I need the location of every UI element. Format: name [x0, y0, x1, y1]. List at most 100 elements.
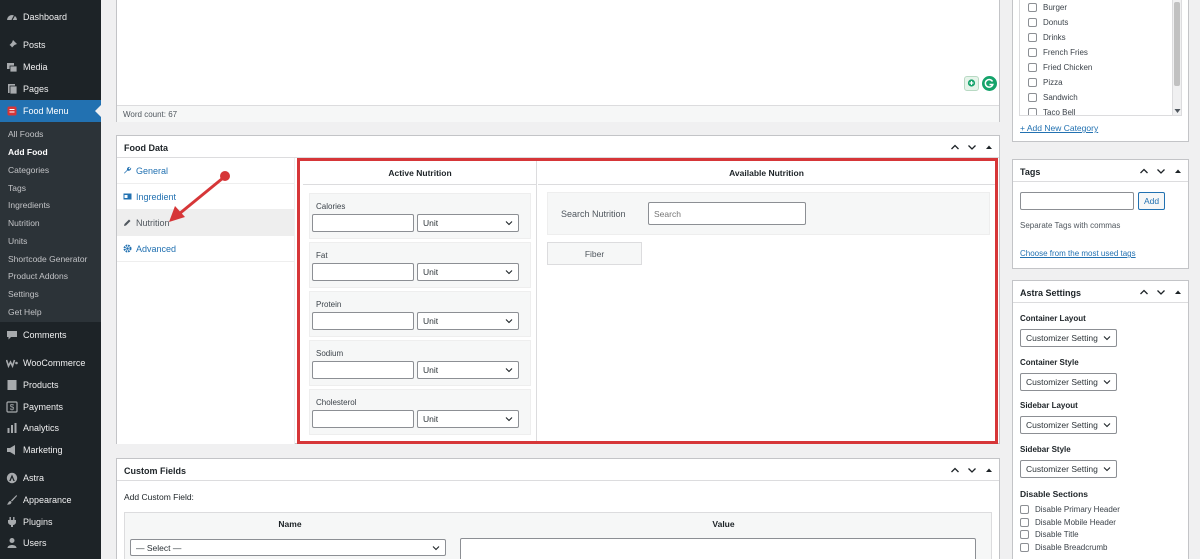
custom-field-value-input[interactable] [460, 538, 976, 559]
disable-checkbox[interactable] [1020, 542, 1029, 552]
menu-media[interactable]: Media [0, 56, 101, 78]
disable-checkbox[interactable] [1020, 530, 1029, 539]
submenu-product-addons[interactable]: Product Addons [8, 271, 68, 281]
choose-tags-link[interactable]: Choose from the most used tags [1020, 249, 1136, 258]
submenu-tags[interactable]: Tags [8, 183, 26, 193]
move-down-icon[interactable] [1155, 165, 1167, 177]
category-item[interactable]: Taco Bell [1028, 107, 1168, 115]
submenu-settings[interactable]: Settings [8, 289, 39, 299]
category-checkbox[interactable] [1028, 63, 1037, 72]
nutrition-value-input[interactable] [312, 312, 414, 330]
collapse-icon[interactable] [983, 464, 995, 476]
category-item[interactable]: Sandwich [1028, 92, 1168, 104]
menu-marketing[interactable]: Marketing [0, 439, 101, 461]
content-editor[interactable]: Word count: 67 [116, 0, 1000, 122]
menu-plugins[interactable]: Plugins [0, 511, 101, 533]
new-tag-input[interactable] [1020, 192, 1134, 210]
category-checkbox[interactable] [1028, 78, 1037, 87]
submenu-shortcode-generator[interactable]: Shortcode Generator [8, 254, 87, 264]
submenu-get-help[interactable]: Get Help [8, 307, 42, 317]
menu-comments[interactable]: Comments [0, 324, 101, 346]
disable-section-item[interactable]: Disable Breadcrumb [1020, 542, 1180, 554]
astra-field-select[interactable]: Customizer Setting [1020, 372, 1117, 391]
disable-checkbox[interactable] [1020, 517, 1029, 527]
select-value: Unit [423, 218, 439, 228]
move-down-icon[interactable] [966, 464, 978, 476]
menu-label: Dashboard [23, 12, 68, 22]
disable-section-item[interactable]: Disable Mobile Header [1020, 517, 1180, 529]
category-checkbox[interactable] [1028, 33, 1037, 42]
move-up-icon[interactable] [949, 464, 961, 476]
menu-label: Posts [23, 40, 46, 50]
astra-field-select[interactable]: Customizer Setting [1020, 459, 1117, 478]
add-tag-button[interactable]: Add [1138, 192, 1165, 210]
submenu-units[interactable]: Units [8, 236, 27, 246]
menu-analytics[interactable]: Analytics [0, 417, 101, 439]
disable-checkbox[interactable] [1020, 505, 1029, 514]
nutrition-unit-select[interactable]: Unit [417, 361, 519, 379]
nutrition-value-input[interactable] [312, 361, 414, 379]
grammarly-add-icon[interactable] [964, 76, 979, 91]
menu-products[interactable]: Products [0, 374, 101, 396]
menu-astra[interactable]: Astra [0, 467, 101, 489]
submenu-nutrition[interactable]: Nutrition [8, 218, 40, 228]
astra-field-select[interactable]: Customizer Setting [1020, 416, 1117, 434]
menu-dashboard[interactable]: Dashboard [0, 6, 101, 28]
disable-section-item[interactable]: Disable Title [1020, 530, 1180, 541]
add-new-category-link[interactable]: + Add New Category [1020, 123, 1098, 133]
users-icon [5, 536, 19, 550]
category-item[interactable]: French Fries [1028, 47, 1168, 59]
category-item[interactable]: Fried Chicken [1028, 62, 1168, 74]
word-count: Word count: 67 [123, 110, 178, 119]
chevron-down-icon [1103, 336, 1111, 341]
nutrition-unit-select[interactable]: Unit [417, 312, 519, 330]
menu-pages[interactable]: Pages [0, 78, 101, 100]
category-item[interactable]: Pizza [1028, 77, 1168, 89]
submenu-categories[interactable]: Categories [8, 165, 49, 175]
dashboard-icon [5, 10, 19, 24]
move-down-icon[interactable] [1155, 286, 1167, 298]
collapse-icon[interactable] [1172, 286, 1184, 298]
submenu-ingredients[interactable]: Ingredients [8, 200, 50, 210]
nutrition-unit-select[interactable]: Unit [417, 263, 519, 281]
category-item[interactable]: Donuts [1028, 17, 1168, 29]
nutrition-value-input[interactable] [312, 214, 414, 232]
category-item[interactable]: Drinks [1028, 32, 1168, 44]
nutrition-value-input[interactable] [312, 263, 414, 281]
tab-advanced[interactable]: Advanced [117, 236, 295, 262]
astra-field-select[interactable]: Customizer Setting [1020, 329, 1117, 347]
menu-label: Food Menu [23, 106, 69, 116]
scroll-down-icon[interactable] [1174, 108, 1181, 114]
menu-woocommerce[interactable]: WooCommerce [0, 352, 101, 374]
move-up-icon[interactable] [1138, 286, 1150, 298]
menu-appearance[interactable]: Appearance [0, 489, 101, 511]
nutrition-unit-select[interactable]: Unit [417, 214, 519, 232]
disable-section-item[interactable]: Disable Primary Header [1020, 505, 1180, 516]
move-down-icon[interactable] [966, 141, 978, 153]
category-checkbox[interactable] [1028, 93, 1037, 102]
move-up-icon[interactable] [949, 141, 961, 153]
select-value: — Select — [136, 542, 182, 553]
nutrition-unit-select[interactable]: Unit [417, 410, 519, 428]
grammarly-icon[interactable] [982, 76, 997, 91]
move-up-icon[interactable] [1138, 165, 1150, 177]
menu-payments[interactable]: $ Payments [0, 396, 101, 418]
scrollbar[interactable] [1172, 0, 1181, 115]
submenu-all-foods[interactable]: All Foods [8, 129, 43, 139]
submenu-add-food[interactable]: Add Food [8, 147, 48, 157]
menu-food-menu[interactable]: Food Menu [0, 100, 101, 122]
menu-posts[interactable]: Posts [0, 34, 101, 56]
collapse-icon[interactable] [1172, 165, 1184, 177]
menu-users[interactable]: Users [0, 532, 101, 554]
category-checkbox[interactable] [1028, 18, 1037, 27]
available-item-fiber[interactable]: Fiber [547, 242, 642, 265]
collapse-icon[interactable] [983, 141, 995, 153]
category-checkbox[interactable] [1028, 48, 1037, 57]
scrollbar-thumb[interactable] [1174, 2, 1180, 86]
category-checkbox[interactable] [1028, 3, 1037, 12]
category-checkbox[interactable] [1028, 108, 1037, 115]
search-nutrition-input[interactable] [648, 202, 806, 225]
nutrition-value-input[interactable] [312, 410, 414, 428]
category-item[interactable]: Burger [1028, 2, 1168, 14]
custom-field-select[interactable]: — Select — [130, 539, 446, 556]
